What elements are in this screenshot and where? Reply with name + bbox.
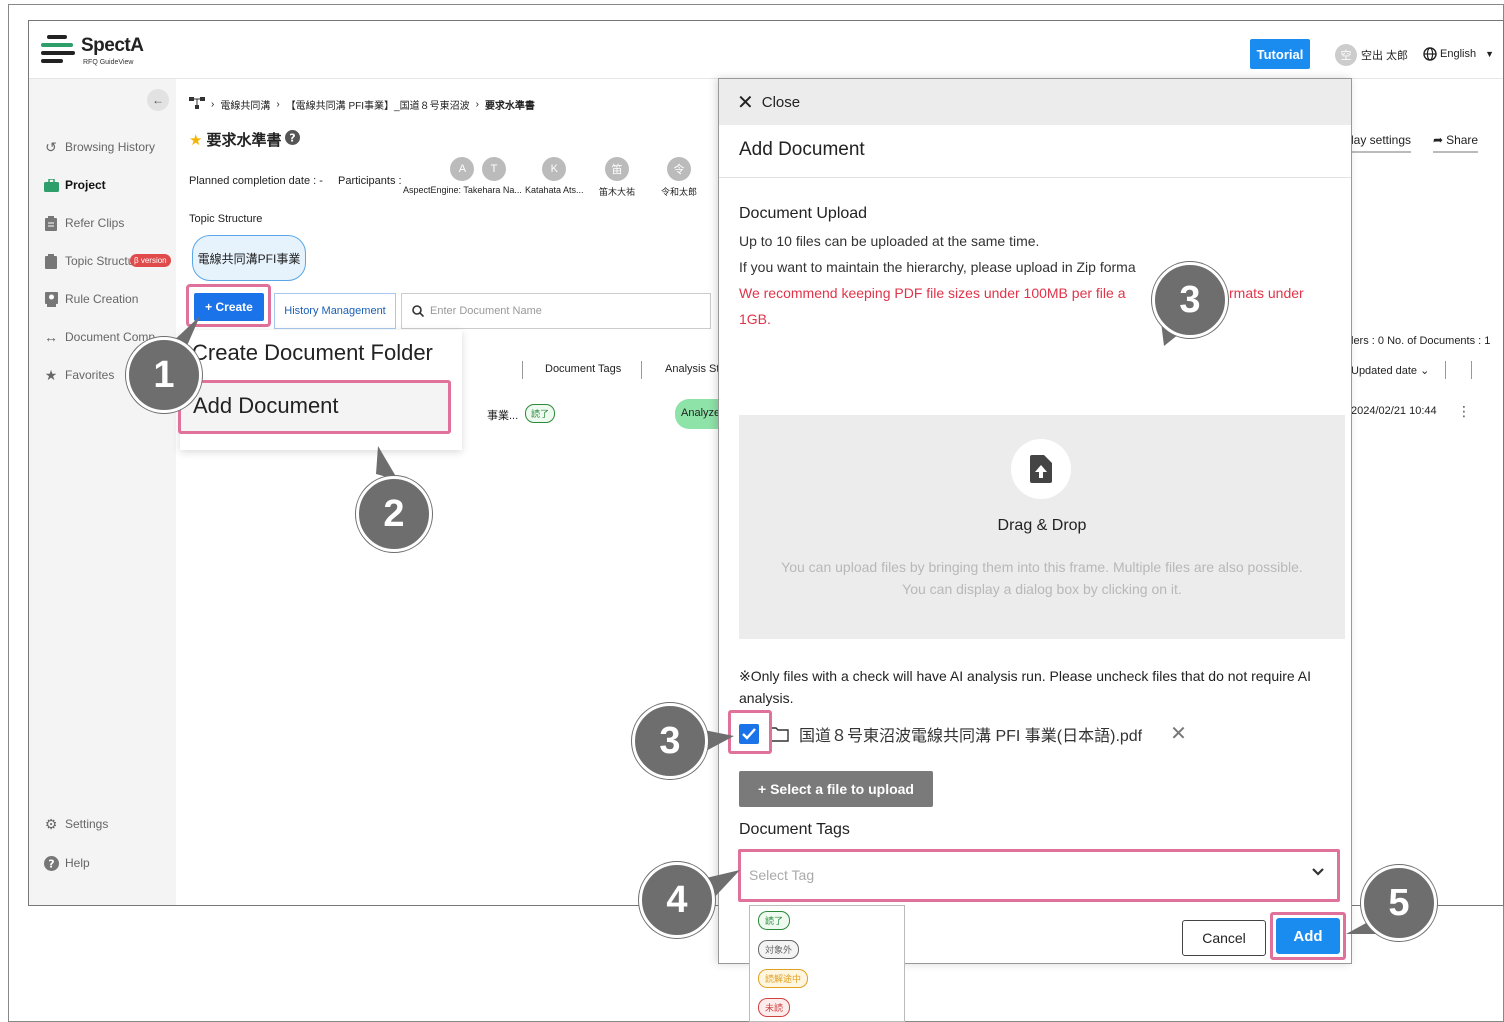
callout-tails bbox=[168, 314, 1384, 934]
step-callout: 1 bbox=[126, 337, 202, 413]
step-callout: 3 bbox=[632, 703, 708, 779]
step-callout: 2 bbox=[356, 476, 432, 552]
step-callout: 5 bbox=[1361, 865, 1437, 941]
step-callout: 4 bbox=[639, 862, 715, 938]
step-callout: 3 bbox=[1152, 262, 1228, 338]
